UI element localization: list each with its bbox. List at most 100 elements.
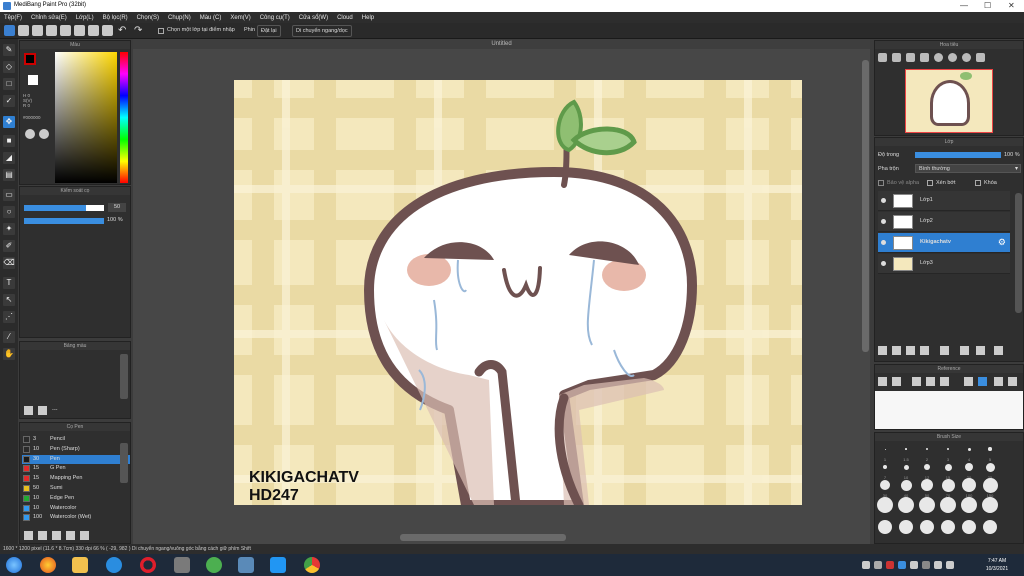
maximize-icon[interactable]: ☐ xyxy=(984,1,991,10)
brush-size-dot[interactable] xyxy=(919,497,935,513)
menu-color[interactable]: Màu (C) xyxy=(200,15,222,21)
file-explorer-icon[interactable] xyxy=(72,557,88,573)
brush-item[interactable]: 30Pen⚙ xyxy=(22,454,130,464)
brush-item[interactable]: 15 Mapping Pen xyxy=(22,474,130,483)
menu-edit[interactable]: Chỉnh sửa(E) xyxy=(31,15,67,21)
lock-checkbox[interactable] xyxy=(975,180,981,186)
open-file-icon[interactable] xyxy=(32,25,43,36)
eraser-tool-icon[interactable]: ◇ xyxy=(3,61,15,73)
brush-delete-icon[interactable] xyxy=(80,531,89,540)
menu-tools[interactable]: Công cụ(T) xyxy=(260,15,290,21)
brush-size-dot[interactable] xyxy=(983,520,997,534)
brush-size-dot[interactable] xyxy=(883,465,887,469)
clock[interactable]: 7:47 AM 10/3/2021 xyxy=(980,557,1014,573)
brush-size-dot[interactable] xyxy=(880,480,890,490)
brush-size-dot[interactable] xyxy=(878,520,892,534)
fill-rect-tool-icon[interactable]: ■ xyxy=(3,135,15,147)
gear-icon[interactable]: ⚙ xyxy=(998,237,1006,248)
visibility-icon[interactable] xyxy=(881,198,886,203)
app-icon-2[interactable] xyxy=(206,557,222,573)
brush-copy-icon[interactable] xyxy=(38,531,47,540)
merge-down-icon[interactable] xyxy=(960,346,969,355)
actual-size-icon[interactable] xyxy=(920,53,929,62)
reset-button[interactable]: Đặt lại xyxy=(257,25,281,37)
tray-icon[interactable] xyxy=(922,561,930,569)
protect-alpha-checkbox[interactable] xyxy=(878,180,884,186)
menu-view[interactable]: Xem(V) xyxy=(230,15,250,21)
layers-scrollbar[interactable] xyxy=(1015,193,1022,313)
palette-add-icon[interactable] xyxy=(24,406,33,415)
clipping-checkbox[interactable] xyxy=(927,180,933,186)
canvas-hscroll[interactable] xyxy=(400,534,566,541)
text-tool-icon[interactable]: T xyxy=(3,277,15,289)
flip-view-icon[interactable] xyxy=(976,53,985,62)
minimize-icon[interactable]: — xyxy=(960,1,968,10)
tray-icon[interactable] xyxy=(886,561,894,569)
hue-slider[interactable] xyxy=(120,52,128,183)
ref-picker-icon[interactable] xyxy=(964,377,973,386)
brush-size-dot[interactable] xyxy=(985,462,995,472)
brush-item[interactable]: 10 Pen (Sharp) xyxy=(22,445,130,454)
menu-snap[interactable]: Chụp(N) xyxy=(168,15,191,21)
brush-size-dot[interactable] xyxy=(926,448,928,450)
reference-canvas[interactable] xyxy=(875,391,1023,429)
menu-select[interactable]: Chọn(S) xyxy=(137,15,159,21)
tray-icon[interactable] xyxy=(862,561,870,569)
menu-filter[interactable]: Bộ lọc(R) xyxy=(103,15,128,21)
layer-opacity-slider[interactable] xyxy=(915,152,1001,158)
grid-icon[interactable] xyxy=(60,25,71,36)
tray-icon[interactable] xyxy=(934,561,942,569)
primary-color-swatch[interactable] xyxy=(24,53,36,65)
delete-layer-icon[interactable] xyxy=(994,346,1003,355)
select-eraser-icon[interactable]: ⌫ xyxy=(3,257,15,269)
gradient-tool-icon[interactable]: ▤ xyxy=(3,169,15,181)
operation-tool-icon[interactable]: ↖ xyxy=(3,294,15,306)
menu-help[interactable]: Help xyxy=(362,15,374,21)
zalo-icon[interactable] xyxy=(270,557,286,573)
secondary-color-swatch[interactable] xyxy=(28,75,38,85)
ref-open-icon[interactable] xyxy=(878,377,887,386)
brush-opacity-slider[interactable] xyxy=(24,218,104,224)
brush-add-icon[interactable] xyxy=(24,531,33,540)
brush-size-dot[interactable] xyxy=(940,497,956,513)
blend-mode-select[interactable]: Bình thường ▾ xyxy=(915,164,1021,173)
palette-button-2-icon[interactable] xyxy=(39,129,49,139)
bucket-tool-icon[interactable]: ◢ xyxy=(3,152,15,164)
brush-size-dot[interactable] xyxy=(967,447,971,451)
layer-row-1[interactable]: Lớp1 xyxy=(878,191,1010,211)
ref-canvas-icon[interactable] xyxy=(892,377,901,386)
brush-item[interactable]: 15 G Pen xyxy=(22,464,130,473)
brush-size-dot[interactable] xyxy=(924,464,930,470)
layer-settings-icon[interactable] xyxy=(976,346,985,355)
brush-size-dot[interactable] xyxy=(965,463,973,471)
new-folder-icon[interactable] xyxy=(940,346,949,355)
brush-size-dot[interactable] xyxy=(941,478,955,492)
menu-file[interactable]: Tệp(F) xyxy=(4,15,22,21)
brush-size-dot[interactable] xyxy=(903,464,909,470)
menu-window[interactable]: Cửa sổ(W) xyxy=(299,15,328,21)
tray-icon[interactable] xyxy=(898,561,906,569)
brush-size-dot[interactable] xyxy=(900,479,912,491)
brush-settings-icon[interactable] xyxy=(52,531,61,540)
dot-tool-icon[interactable]: □ xyxy=(3,78,15,90)
brush-item[interactable]: 50 Sumi xyxy=(22,484,130,493)
flip-icon[interactable] xyxy=(102,25,113,36)
rotate-left-icon[interactable] xyxy=(934,53,943,62)
visibility-icon[interactable] xyxy=(881,219,886,224)
brush-size-dot[interactable] xyxy=(946,447,950,451)
undo-icon[interactable]: ↶ xyxy=(118,25,126,36)
ref-rotate-icon[interactable] xyxy=(994,377,1003,386)
brush-size-dot[interactable] xyxy=(962,478,976,492)
grid2-icon[interactable] xyxy=(74,25,85,36)
redo-icon[interactable]: ↷ xyxy=(134,25,142,36)
grid3-icon[interactable] xyxy=(88,25,99,36)
new-8bit-layer-icon[interactable] xyxy=(906,346,915,355)
navigator-thumbnail[interactable] xyxy=(905,69,993,133)
color-plane[interactable] xyxy=(55,52,117,183)
palette-button-icon[interactable] xyxy=(25,129,35,139)
tray-icon[interactable] xyxy=(946,561,954,569)
ref-fit-icon[interactable] xyxy=(940,377,949,386)
rect-select-icon[interactable]: ▭ xyxy=(3,189,15,201)
brush-item[interactable]: 10 Watercolor xyxy=(22,504,130,513)
close-icon[interactable]: ✕ xyxy=(1008,1,1015,10)
